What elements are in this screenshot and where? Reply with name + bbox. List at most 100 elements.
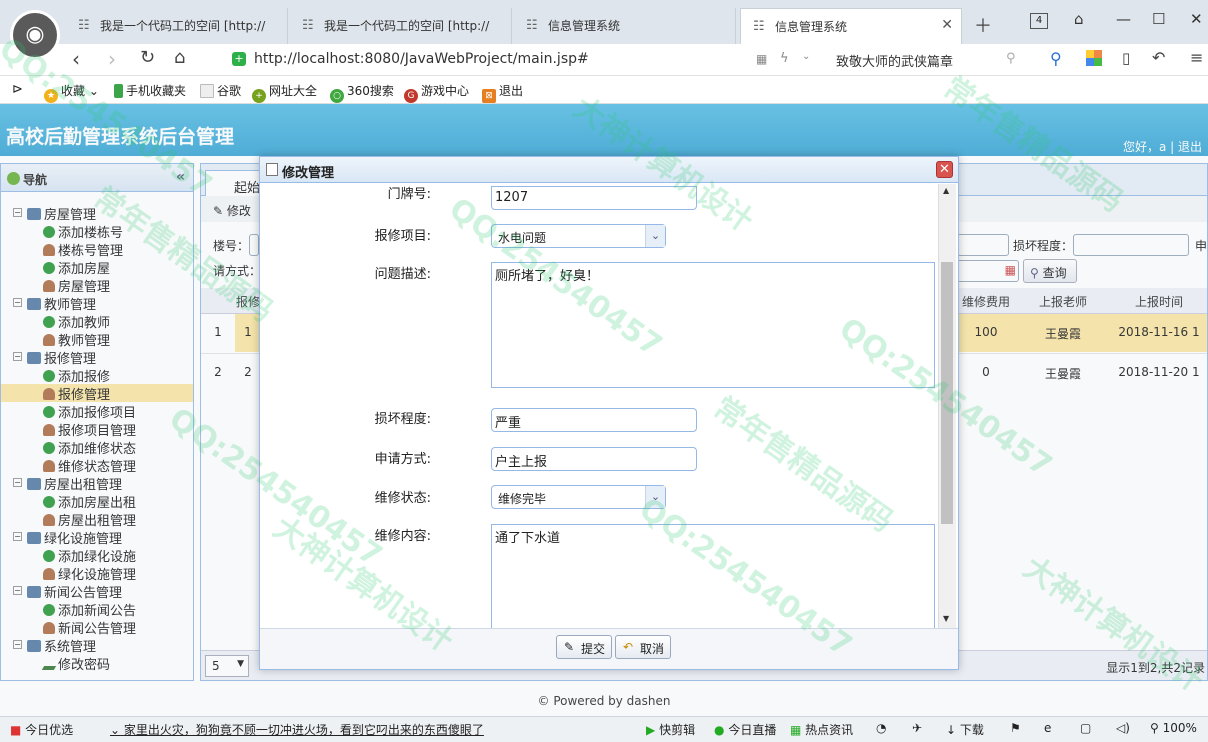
chevron-down-icon: ⌄	[110, 723, 121, 737]
method-label: 申请方式:	[374, 452, 431, 467]
browser-tab-bar: ☷ 我是一个代码工的空间 [http:// ☷ 我是一个代码工的空间 [http:/…	[0, 0, 1208, 44]
description-label: 问题描述:	[374, 267, 431, 282]
sidebar-toggle-icon[interactable]: ⊳	[12, 82, 23, 97]
ie-icon[interactable]: e	[1044, 721, 1051, 735]
pin-icon[interactable]: ✈	[912, 721, 922, 735]
submit-button[interactable]: ✎ 提交	[556, 635, 613, 659]
search-icon[interactable]: ⚲	[1050, 49, 1062, 68]
dialog-footer: ✎ 提交 ↶ 取消	[260, 628, 958, 669]
edit-form-icon	[266, 163, 278, 176]
quick-edit[interactable]: ▶ 快剪辑	[646, 721, 695, 738]
today-picks[interactable]: ■ 今日优选	[10, 721, 73, 738]
star-icon: ★	[44, 89, 58, 103]
submit-icon: ✎	[563, 640, 575, 654]
bookmark-sites[interactable]: + 网址大全	[252, 82, 317, 103]
bookmark-google[interactable]: 谷歌	[200, 82, 241, 99]
tab-label: 信息管理系统	[548, 19, 621, 33]
door-number-input[interactable]: 1207	[491, 186, 697, 210]
globe-icon: +	[252, 89, 266, 103]
dialog-header: 修改管理 ✕	[260, 157, 958, 183]
bookmark-360[interactable]: ○ 360搜索	[330, 82, 394, 103]
phone-icon	[114, 84, 123, 98]
dialog-scrollbar[interactable]: ▲ ▼	[938, 184, 956, 628]
address-bar-row: ‹ › ↻ ⌂ + http://localhost:8080/JavaWebP…	[0, 44, 1208, 76]
360-icon: ○	[330, 89, 344, 103]
url-field[interactable]: http://localhost:8080/JavaWebProject/mai…	[254, 51, 589, 67]
download[interactable]: ↓ 下载	[946, 721, 984, 738]
browser-tab[interactable]: ☷ 我是一个代码工的空间 [http://	[290, 8, 512, 44]
browser-tab-active[interactable]: ☷ 信息管理系统 ✕	[740, 8, 962, 44]
browser-tab[interactable]: ☷ 我是一个代码工的空间 [http://	[66, 8, 288, 44]
shirt-icon[interactable]: ⌂	[1074, 10, 1084, 28]
menu-icon[interactable]: ≡	[1190, 48, 1203, 67]
edit-dialog: 修改管理 ✕ 门牌号: 1207 报修项目: 水电问题 ⌄ 问题描述: 厕所堵了，…	[259, 156, 959, 670]
download-icon: ↓	[946, 723, 957, 737]
page-icon	[200, 84, 214, 98]
play-icon: ▶	[646, 723, 656, 737]
news-icon: ▦	[790, 723, 802, 737]
chevron-down-icon[interactable]: ⌄	[802, 51, 810, 62]
game-icon: G	[404, 89, 418, 103]
tablet-icon[interactable]: ▯	[1122, 49, 1130, 67]
new-tab-icon[interactable]: ＋	[974, 12, 992, 38]
window-icon[interactable]: ▢	[1080, 721, 1091, 735]
page-icon: ☷	[526, 18, 538, 33]
scroll-down-icon[interactable]: ▼	[943, 614, 949, 623]
apps-icon[interactable]	[1086, 50, 1102, 66]
close-icon[interactable]: ✕	[936, 161, 953, 178]
forward-icon[interactable]: ›	[108, 47, 116, 71]
flag-icon[interactable]: ⚑	[1010, 721, 1021, 735]
volume-icon[interactable]: ◁)	[1116, 721, 1130, 735]
tab-label: 信息管理系统	[775, 20, 848, 34]
page-icon: ☷	[78, 18, 90, 33]
live-icon: ●	[714, 723, 725, 737]
bookmark-exit[interactable]: ⊠ 退出	[482, 82, 523, 103]
zoom[interactable]: ⚲ 100%	[1150, 721, 1197, 735]
page-icon: ☷	[302, 18, 314, 33]
tab-label: 我是一个代码工的空间 [http://	[324, 19, 490, 33]
chevron-down-icon: ⌄	[645, 225, 665, 247]
search-input[interactable]: 致敬大师的武侠篇章	[836, 49, 1026, 71]
cancel-button[interactable]: ↶ 取消	[615, 635, 672, 659]
lightning-icon[interactable]: ϟ	[780, 51, 789, 66]
speed-icon[interactable]: ◔	[876, 721, 886, 735]
project-label: 报修项目:	[374, 229, 431, 244]
tab-count-badge[interactable]: 4	[1030, 13, 1048, 29]
maximize-icon[interactable]: ☐	[1152, 10, 1165, 28]
scroll-thumb[interactable]	[941, 262, 953, 524]
browser-status-bar: ■ 今日优选 ⌄ 家里出火灾，狗狗竟不顾一切冲进火场，看到它叼出来的东西傻眼了 …	[0, 716, 1208, 742]
dialog-body: 门牌号: 1207 报修项目: 水电问题 ⌄ 问题描述: 厕所堵了，好臭！ 损坏程…	[261, 184, 939, 628]
bookmark-games[interactable]: G 游戏中心	[404, 82, 469, 103]
description-textarea[interactable]: 厕所堵了，好臭！	[491, 262, 935, 388]
page-icon: ☷	[753, 19, 765, 34]
content-textarea[interactable]: 通了下水道	[491, 524, 935, 628]
bookmark-mobile[interactable]: 手机收藏夹	[114, 82, 186, 99]
status-label: 维修状态:	[374, 491, 431, 506]
damage-input[interactable]: 严重	[491, 408, 697, 432]
bookmark-favorites[interactable]: ★ 收藏 ⌄	[44, 82, 99, 103]
reload-icon[interactable]: ↻	[140, 47, 155, 68]
method-input[interactable]: 户主上报	[491, 447, 697, 471]
browser-tab[interactable]: ☷ 信息管理系统	[514, 8, 736, 44]
live[interactable]: ● 今日直播	[714, 721, 776, 738]
close-window-icon[interactable]: ✕	[1190, 10, 1203, 28]
news-ticker[interactable]: ⌄ 家里出火灾，狗狗竟不顾一切冲进火场，看到它叼出来的东西傻眼了	[110, 721, 490, 738]
search-small-icon[interactable]: ⚲	[1006, 51, 1016, 66]
scroll-up-icon[interactable]: ▲	[943, 186, 949, 195]
gift-icon: ■	[10, 723, 22, 737]
hot-news[interactable]: ▦ 热点资讯	[790, 721, 853, 738]
door-label: 门牌号:	[387, 187, 431, 202]
minimize-icon[interactable]: —	[1116, 10, 1131, 28]
status-select[interactable]: 维修完毕 ⌄	[491, 485, 666, 509]
secure-shield-icon: +	[232, 52, 246, 66]
qr-icon[interactable]: ▦	[756, 52, 767, 66]
project-select[interactable]: 水电问题 ⌄	[491, 224, 666, 248]
back-icon[interactable]: ‹	[72, 47, 80, 71]
close-tab-icon[interactable]: ✕	[941, 17, 953, 33]
chevron-down-icon: ⌄	[645, 486, 665, 508]
undo-icon[interactable]: ↶	[1152, 48, 1165, 67]
exit-icon: ⊠	[482, 89, 496, 103]
browser-logo-icon[interactable]: ◉	[10, 10, 60, 60]
damage-label: 损坏程度:	[374, 412, 431, 427]
home-icon[interactable]: ⌂	[174, 47, 185, 68]
